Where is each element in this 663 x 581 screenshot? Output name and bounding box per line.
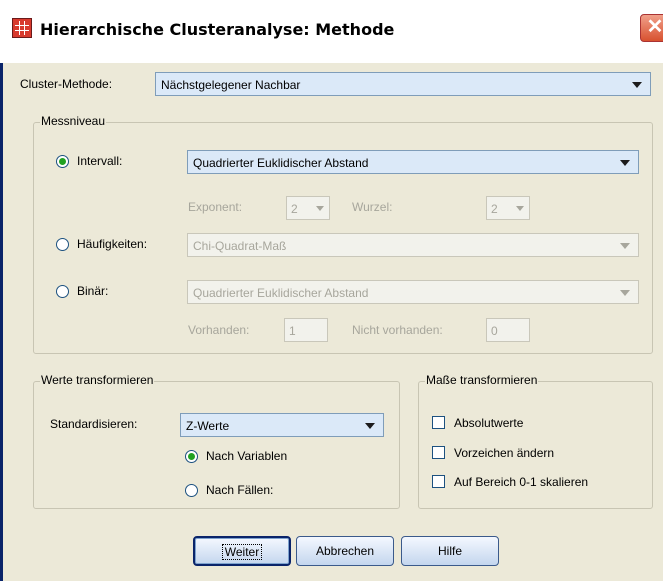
chevron-down-icon — [316, 206, 324, 211]
weiter-button[interactable]: Weiter — [193, 536, 291, 566]
vorhanden-label: Vorhanden: — [188, 323, 250, 337]
binaer-value: Quadrierter Euklidischer Abstand — [193, 286, 369, 300]
checkbox-vorzeichen[interactable] — [432, 446, 445, 459]
exponent-dropdown[interactable]: 2 — [286, 196, 330, 220]
weiter-label: Weiter — [221, 544, 263, 560]
nicht-vorhanden-label: Nicht vorhanden: — [352, 323, 443, 337]
nach-variablen-label: Nach Variablen — [206, 449, 288, 463]
chevron-down-icon — [620, 160, 630, 166]
title-bar: Hierarchische Clusteranalyse: Methode ✕ — [0, 0, 663, 63]
standardisieren-value: Z-Werte — [186, 419, 230, 433]
chevron-down-icon — [620, 243, 630, 249]
checkbox-skalieren[interactable] — [432, 475, 445, 488]
masse-transformieren-group: Maße transformieren — [418, 373, 653, 509]
close-icon: ✕ — [646, 16, 663, 38]
cluster-method-dropdown[interactable]: Nächstgelegener Nachbar — [155, 72, 651, 96]
intervall-dropdown[interactable]: Quadrierter Euklidischer Abstand — [187, 150, 639, 174]
intervall-label: Intervall: — [77, 154, 123, 168]
werte-transformieren-title: Werte transformieren — [40, 373, 155, 387]
wurzel-label: Wurzel: — [352, 200, 393, 214]
wurzel-dropdown[interactable]: 2 — [486, 196, 530, 220]
absolutwerte-label: Absolutwerte — [454, 416, 524, 430]
exponent-label: Exponent: — [188, 200, 243, 214]
exponent-value: 2 — [291, 202, 298, 216]
chevron-down-icon — [632, 82, 642, 88]
vorzeichen-label: Vorzeichen ändern — [454, 446, 555, 460]
chevron-down-icon — [516, 206, 524, 211]
abbrechen-button[interactable]: Abbrechen — [296, 536, 394, 566]
window-title: Hierarchische Clusteranalyse: Methode — [40, 20, 395, 39]
nicht-vorhanden-input[interactable]: 0 — [486, 318, 530, 342]
dialog-body: Cluster-Methode: Nächstgelegener Nachbar… — [0, 63, 663, 581]
checkbox-absolutwerte[interactable] — [432, 416, 445, 429]
messniveau-title: Messniveau — [40, 114, 107, 128]
standardisieren-dropdown[interactable]: Z-Werte — [180, 413, 384, 437]
wurzel-value: 2 — [491, 202, 498, 216]
vorhanden-value: 1 — [289, 324, 296, 338]
cluster-method-value: Nächstgelegener Nachbar — [161, 78, 301, 92]
spss-grid-icon — [12, 18, 32, 38]
binaer-dropdown[interactable]: Quadrierter Euklidischer Abstand — [187, 280, 639, 304]
haeufigkeiten-dropdown[interactable]: Chi-Quadrat-Maß — [187, 233, 639, 257]
hilfe-button[interactable]: Hilfe — [401, 536, 499, 566]
skalieren-label: Auf Bereich 0-1 skalieren — [454, 475, 589, 489]
intervall-value: Quadrierter Euklidischer Abstand — [193, 156, 369, 170]
cluster-method-label: Cluster-Methode: — [20, 77, 113, 91]
vorhanden-input[interactable]: 1 — [284, 318, 328, 342]
abbrechen-label: Abbrechen — [315, 544, 375, 558]
radio-haeufigkeiten[interactable] — [56, 238, 69, 251]
radio-nach-faellen[interactable] — [185, 484, 198, 497]
nicht-vorhanden-value: 0 — [491, 324, 498, 338]
radio-binaer[interactable] — [56, 285, 69, 298]
haeufigkeiten-value: Chi-Quadrat-Maß — [193, 239, 287, 253]
haeufigkeiten-label: Häufigkeiten: — [77, 237, 148, 251]
nach-faellen-label: Nach Fällen: — [206, 483, 274, 497]
radio-nach-variablen[interactable] — [185, 450, 198, 463]
chevron-down-icon — [620, 290, 630, 296]
binaer-label: Binär: — [77, 284, 109, 298]
radio-intervall[interactable] — [56, 155, 69, 168]
hilfe-label: Hilfe — [437, 544, 462, 558]
standardisieren-label: Standardisieren: — [50, 417, 138, 431]
chevron-down-icon — [365, 423, 375, 429]
close-button[interactable]: ✕ — [640, 14, 663, 42]
masse-transformieren-title: Maße transformieren — [425, 373, 539, 387]
